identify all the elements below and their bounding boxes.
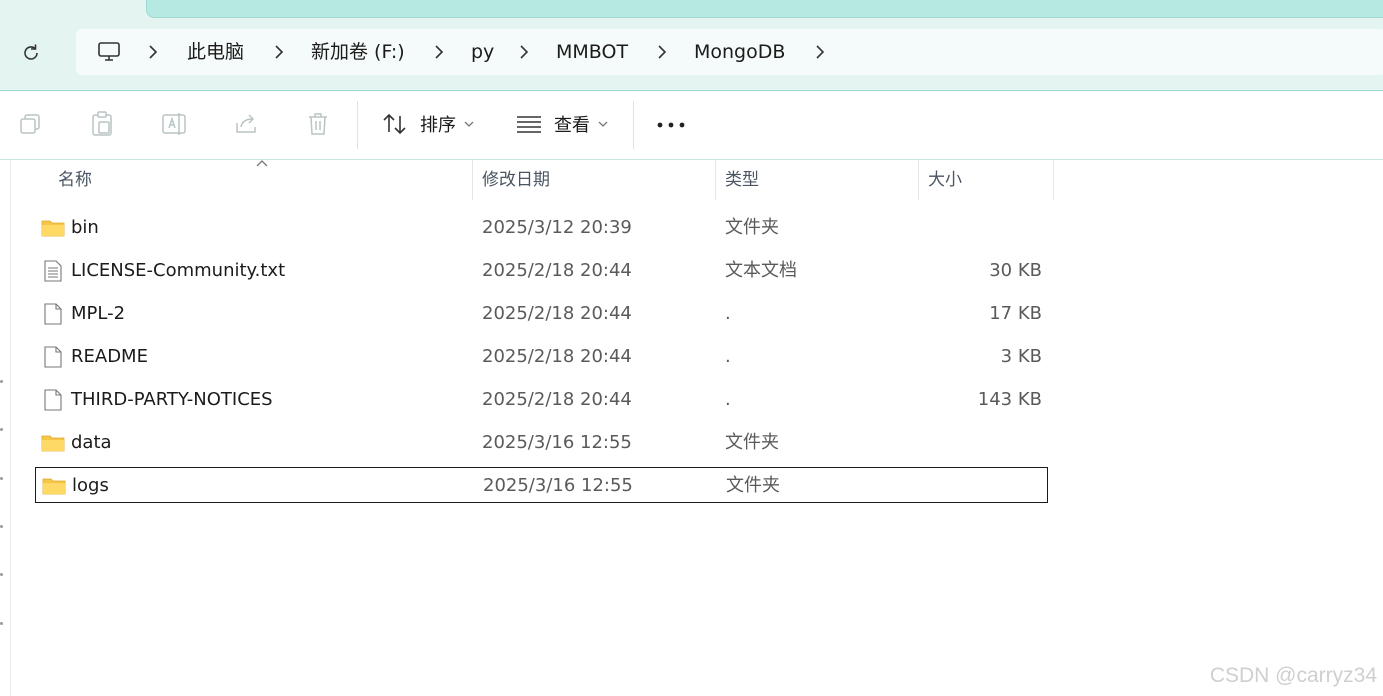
- chevron-right-icon[interactable]: [813, 42, 827, 62]
- view-label: 查看: [554, 115, 590, 136]
- table-row[interactable]: bin 2025/3/12 20:39 文件夹: [35, 210, 1048, 246]
- tab-strip: [0, 0, 1383, 18]
- file-modified: 2025/3/12 20:39: [482, 217, 632, 238]
- file-name: README: [71, 346, 148, 367]
- file-type: .: [725, 303, 731, 324]
- table-row[interactable]: MPL-2 2025/2/18 20:44 . 17 KB: [35, 296, 1048, 332]
- chevron-right-icon[interactable]: [655, 42, 669, 62]
- file-name: LICENSE-Community.txt: [71, 260, 286, 281]
- column-divider[interactable]: [715, 160, 716, 200]
- toolbar-divider: [633, 101, 634, 149]
- sort-ascending-icon: [256, 160, 268, 167]
- file-size: 17 KB: [989, 303, 1042, 324]
- file-name: MPL-2: [71, 303, 126, 324]
- breadcrumb-item[interactable]: py: [471, 40, 494, 64]
- clipboard-icon: [92, 111, 112, 136]
- refresh-button[interactable]: [18, 40, 44, 66]
- table-row[interactable]: data 2025/3/16 12:55 文件夹: [35, 425, 1048, 461]
- breadcrumb-item[interactable]: 新加卷 (F:): [311, 40, 405, 64]
- file-name: bin: [71, 217, 99, 238]
- file-type: 文件夹: [726, 475, 780, 496]
- table-row-selected[interactable]: logs 2025/3/16 12:55 文件夹: [35, 467, 1048, 503]
- command-bar: 排序 查看: [0, 91, 1383, 160]
- trash-icon: [309, 113, 327, 135]
- share-button[interactable]: [232, 109, 260, 139]
- text-file-icon: [41, 260, 65, 282]
- breadcrumb-item-current[interactable]: MongoDB: [694, 40, 785, 64]
- share-icon: [236, 114, 256, 133]
- file-name: data: [71, 432, 112, 453]
- file-name: logs: [72, 475, 109, 496]
- rename-icon: [162, 113, 186, 135]
- more-options-button[interactable]: [652, 111, 690, 139]
- rename-button[interactable]: [160, 109, 188, 139]
- folder-icon: [41, 217, 65, 239]
- chevron-right-icon[interactable]: [432, 42, 446, 62]
- active-tab[interactable]: [146, 0, 1383, 18]
- file-modified: 2025/2/18 20:44: [482, 303, 632, 324]
- chevron-down-icon: [598, 121, 608, 127]
- column-divider[interactable]: [472, 160, 473, 200]
- file-modified: 2025/2/18 20:44: [482, 389, 632, 410]
- file-size: 143 KB: [977, 389, 1042, 410]
- column-header-name[interactable]: 名称: [58, 160, 92, 200]
- column-divider[interactable]: [1053, 160, 1054, 200]
- file-type: 文件夹: [725, 432, 779, 453]
- file-size: 3 KB: [1000, 346, 1042, 367]
- this-pc-icon[interactable]: [96, 40, 122, 64]
- table-row[interactable]: THIRD-PARTY-NOTICES 2025/2/18 20:44 . 14…: [35, 382, 1048, 418]
- table-row[interactable]: LICENSE-Community.txt 2025/2/18 20:44 文本…: [35, 253, 1048, 289]
- file-modified: 2025/3/16 12:55: [483, 475, 633, 496]
- toolbar-divider: [357, 101, 358, 149]
- file-icon: [41, 389, 65, 411]
- column-header-type[interactable]: 类型: [725, 160, 759, 200]
- address-row: 此电脑 新加卷 (F:) py MMBOT MongoDB: [0, 18, 1383, 91]
- breadcrumb-item[interactable]: 此电脑: [187, 40, 244, 64]
- copy-icon: [20, 114, 40, 134]
- paste-button[interactable]: [88, 109, 116, 139]
- file-size: 30 KB: [989, 260, 1042, 281]
- chevron-right-icon[interactable]: [146, 42, 160, 62]
- file-icon: [41, 303, 65, 325]
- sort-button[interactable]: 排序: [382, 109, 474, 139]
- file-icon: [41, 346, 65, 368]
- file-modified: 2025/2/18 20:44: [482, 346, 632, 367]
- file-type: 文本文档: [725, 260, 797, 281]
- copy-button[interactable]: [16, 109, 44, 139]
- folder-icon: [41, 432, 65, 454]
- table-row[interactable]: README 2025/2/18 20:44 . 3 KB: [35, 339, 1048, 375]
- column-divider[interactable]: [918, 160, 919, 200]
- file-type: 文件夹: [725, 217, 779, 238]
- navigation-pane-edge[interactable]: [10, 160, 11, 696]
- sort-label: 排序: [420, 115, 456, 136]
- view-list-icon: [517, 116, 541, 133]
- refresh-icon: [24, 44, 38, 60]
- chevron-down-icon: [464, 121, 474, 127]
- delete-button[interactable]: [304, 109, 332, 139]
- file-type: .: [725, 389, 731, 410]
- sort-icon: [383, 113, 406, 135]
- chevron-right-icon[interactable]: [272, 42, 286, 62]
- column-header-modified[interactable]: 修改日期: [482, 160, 550, 200]
- folder-icon: [42, 475, 66, 497]
- file-type: .: [725, 346, 731, 367]
- address-bar[interactable]: 此电脑 新加卷 (F:) py MMBOT MongoDB: [76, 29, 1383, 75]
- file-modified: 2025/3/16 12:55: [482, 432, 632, 453]
- file-modified: 2025/2/18 20:44: [482, 260, 632, 281]
- chevron-right-icon[interactable]: [517, 42, 531, 62]
- watermark: CSDN @carryz34: [1209, 664, 1377, 687]
- file-name: THIRD-PARTY-NOTICES: [71, 389, 273, 410]
- breadcrumb-item[interactable]: MMBOT: [556, 40, 628, 64]
- view-button[interactable]: 查看: [516, 109, 608, 139]
- column-header-size[interactable]: 大小: [928, 160, 962, 200]
- ellipsis-icon: [657, 122, 685, 128]
